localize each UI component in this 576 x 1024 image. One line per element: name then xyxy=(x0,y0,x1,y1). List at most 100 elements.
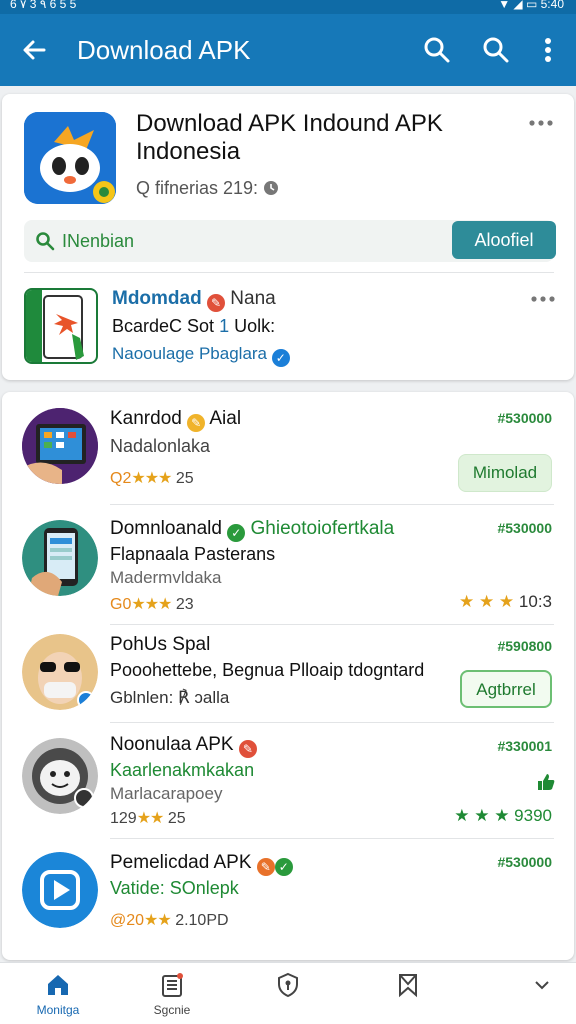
app-subtitle-suffix: tdogntard xyxy=(348,660,425,680)
app-title: Pemelicdad APK ✎ ✓ xyxy=(110,852,293,876)
shield-icon xyxy=(278,972,298,998)
app-bar-title: Download APK xyxy=(77,35,251,65)
verified-icon: ✓ xyxy=(227,524,246,542)
divider xyxy=(110,838,554,839)
edit-icon: ✎ xyxy=(187,414,206,432)
play-icon xyxy=(22,852,98,928)
app-bar: Download APK xyxy=(0,14,576,86)
app-title: Download APK Indound APK Indonesia xyxy=(136,110,443,165)
avatar-icon xyxy=(22,634,98,710)
nav-item-security[interactable] xyxy=(258,971,318,1003)
app-developer: Madermvldaka xyxy=(110,568,222,587)
nav-item-bookmarks[interactable] xyxy=(378,971,438,1003)
bookmark-icon xyxy=(399,974,417,998)
news-icon xyxy=(162,973,183,997)
clock-icon xyxy=(264,181,279,195)
star-icon: ★ ★ ★ xyxy=(454,806,510,825)
app-icon xyxy=(22,634,98,710)
app-subtitle: Nadalonlaka xyxy=(110,436,211,456)
app-logo[interactable] xyxy=(24,112,116,204)
bottom-navigation: Monitga Sgcnie xyxy=(0,962,576,1024)
app-score: ★ ★ ★ 9390 xyxy=(454,806,552,826)
divider xyxy=(110,504,554,505)
app-title-text: Domnloanald xyxy=(110,518,222,539)
status-bar: 6 ٧ 3 ٩ 6 5 5 ▼ ◢ ▭ 5:40 xyxy=(0,0,576,14)
verified-icon: ✓ xyxy=(274,858,293,876)
app-price: #590800 xyxy=(497,638,552,654)
divider xyxy=(110,722,554,723)
back-arrow-icon[interactable] xyxy=(18,34,50,66)
featured-developer-name: Naooulage Pbaglara xyxy=(112,344,268,363)
app-subtitle: Flapnaala Pasterans xyxy=(110,544,276,564)
rating-count: 2.10PD xyxy=(175,912,229,929)
app-title-suffix: Ghieotoiofertkala xyxy=(250,518,395,539)
more-horiz-icon[interactable] xyxy=(528,118,554,128)
more-vert-icon[interactable] xyxy=(532,34,564,66)
featured-app-name: Mdomdad ✎ Nana xyxy=(112,288,276,312)
app-title: Noonulaa APK ✎ xyxy=(110,734,257,758)
divider xyxy=(24,272,554,273)
rating-prefix: G0 xyxy=(110,596,132,613)
nav-item-news[interactable]: Sgcnie xyxy=(142,971,202,1017)
search-icon xyxy=(36,232,55,251)
phone-icon xyxy=(22,520,98,596)
app-icon xyxy=(22,738,98,814)
rating-stars: ★★★ xyxy=(131,596,172,613)
rating-stars: ★★★ xyxy=(131,470,172,487)
featured-app-detail-suffix: Uolk: xyxy=(234,316,276,336)
app-price: #530000 xyxy=(497,410,552,426)
app-header-card: Download APK Indound APK Indonesia Q fif… xyxy=(2,94,574,380)
app-developer: Gblnlen: ℟ ɔalla xyxy=(110,688,230,707)
app-price: #330001 xyxy=(497,738,552,754)
featured-app-name-suffix: Nana xyxy=(230,288,276,309)
featured-app-detail-text: BcardeC Sot xyxy=(112,316,215,336)
rating-stars: ★★ xyxy=(136,810,165,827)
featured-app-detail-num: 1 xyxy=(219,316,230,336)
app-title: PohUs Spal xyxy=(110,634,211,655)
header-action-button[interactable]: Aloofiel xyxy=(452,221,556,259)
divider xyxy=(110,624,554,625)
featured-app-name-text: Mdomdad xyxy=(112,288,202,309)
app-subtitle: Kaarlenakmkakan xyxy=(110,760,255,780)
score-value: 9390 xyxy=(514,806,552,825)
nav-label: Sgcnie xyxy=(153,1003,191,1017)
rating-prefix: @20 xyxy=(110,912,145,929)
app-list-card: Kanrdod ✎ Aial Nadalonlaka Q2★★★ 25 #530… xyxy=(2,392,574,960)
home-icon xyxy=(48,975,68,995)
rating-count: 25 xyxy=(167,810,186,827)
score-value: 10:3 xyxy=(518,592,552,611)
install-button[interactable]: Agtbrrel xyxy=(460,670,552,708)
app-title-text: Pemelicdad APK xyxy=(110,852,252,873)
mascot-icon xyxy=(24,112,116,204)
rating-stars: ★★ xyxy=(144,912,172,929)
nav-label: Monitga xyxy=(36,1003,80,1017)
thumbs-up-icon[interactable] xyxy=(536,772,556,792)
app-score: ★ ★ ★ 10:3 xyxy=(459,592,552,612)
app-icon xyxy=(22,408,98,484)
app-rating: 129★★ 25 xyxy=(110,808,186,828)
search-icon[interactable] xyxy=(480,34,512,66)
app-title-text: Noonulaa APK xyxy=(110,734,234,755)
app-title-text: Kanrdod xyxy=(110,408,182,429)
status-left: 6 ٧ 3 ٩ 6 5 5 xyxy=(10,0,77,11)
edit-icon: ✎ xyxy=(256,858,275,876)
featured-app-icon[interactable] xyxy=(24,288,98,364)
app-developer: Marlacarapoey xyxy=(110,784,223,803)
app-title: Kanrdod ✎ Aial xyxy=(110,408,241,432)
chevron-down-icon xyxy=(535,981,549,990)
featured-app-detail: BcardeC Sot 1 Uolk: xyxy=(112,316,275,337)
nav-item-home[interactable]: Monitga xyxy=(28,971,88,1017)
app-subtitle-text: Q fifnerias 219: xyxy=(136,178,259,198)
app-subtitle: Vatide: SOnlepk xyxy=(110,878,239,899)
more-horiz-icon[interactable] xyxy=(530,294,556,304)
app-rating: G0★★★ 23 xyxy=(110,594,194,614)
nav-item-more[interactable] xyxy=(512,971,572,1003)
app-title-suffix: Aial xyxy=(209,408,242,429)
featured-app-developer[interactable]: Naooulage Pbaglara ✓ xyxy=(112,344,290,367)
phone-illustration-icon xyxy=(26,290,84,362)
edit-icon: ✎ xyxy=(238,740,257,758)
app-price: #530000 xyxy=(497,520,552,536)
download-button[interactable]: Mimolad xyxy=(458,454,552,492)
rating-prefix: 129 xyxy=(110,810,137,827)
search-icon[interactable] xyxy=(421,34,453,66)
